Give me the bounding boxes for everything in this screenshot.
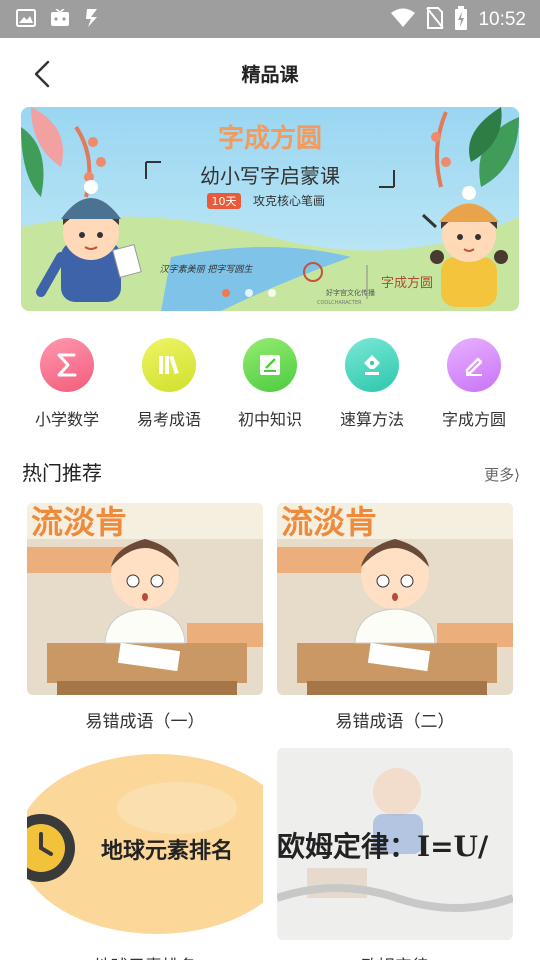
- books-icon: [142, 338, 196, 392]
- no-sim-icon: [426, 7, 445, 33]
- category-idioms[interactable]: 易考成语: [119, 338, 219, 430]
- category-mental-math[interactable]: 速算方法: [322, 338, 422, 430]
- sigma-icon: [40, 338, 94, 392]
- category-label: 易考成语: [136, 410, 201, 429]
- course-title: 易错成语（二）: [335, 712, 455, 732]
- section-title: 热门推荐: [22, 461, 102, 485]
- thumb-text: 地球元素排名: [101, 838, 233, 864]
- app-header: 精品课: [0, 38, 540, 106]
- notepad-icon: [243, 338, 297, 392]
- more-link[interactable]: 更多⟩: [484, 464, 520, 485]
- course-card[interactable]: 地球元素排名 地球元素排名: [27, 748, 263, 960]
- pen-nib-icon: [345, 338, 399, 392]
- category-grid: 小学数学 易考成语 初中知识 速算方法 字成方圆: [0, 338, 540, 438]
- course-title: 欧姆定律: [277, 952, 513, 960]
- clock-time: 10:52: [478, 9, 526, 30]
- banner-partner-en: COOLCHARACTER: [317, 300, 362, 306]
- course-card[interactable]: 欧姆定律：I=U/ 欧姆定律: [277, 748, 513, 960]
- tv-icon: [50, 8, 70, 31]
- thumb-text: 流淡肯: [281, 503, 377, 541]
- status-bar: 10:52: [0, 0, 540, 38]
- wifi-icon: [390, 8, 416, 32]
- course-card[interactable]: 流淡肯 易错成语（一）: [27, 503, 263, 732]
- course-title: 地球元素排名: [27, 952, 263, 960]
- app-notification-icon: [84, 8, 100, 32]
- thumb-text: 欧姆定律：I=U/: [277, 830, 489, 863]
- category-label: 字成方圆: [441, 410, 506, 429]
- course-thumbnail: 地球元素排名: [27, 748, 263, 940]
- page-title: 精品课: [241, 64, 299, 86]
- pencil-icon: [447, 338, 501, 392]
- banner-subtitle: 幼小写字启蒙课: [200, 164, 340, 188]
- promo-banner[interactable]: 字成方圆 幼小写字启蒙课 10天 攻克核心笔画 汉字素美丽 把字写圆生 好字宫文…: [21, 107, 519, 311]
- category-label: 小学数学: [34, 410, 99, 429]
- course-thumbnail: 流淡肯: [27, 503, 263, 695]
- banner-tagline: 攻克核心笔画: [253, 193, 325, 208]
- category-writing[interactable]: 字成方圆: [424, 338, 524, 430]
- category-label: 初中知识: [237, 410, 302, 429]
- banner-caption: 汉字素美丽 把字写圆生: [160, 264, 254, 275]
- course-title: 易错成语（一）: [85, 712, 205, 732]
- thumb-text: 流淡肯: [31, 503, 127, 541]
- gallery-icon: [16, 9, 36, 31]
- category-middle-school[interactable]: 初中知识: [220, 338, 320, 430]
- course-thumbnail: 欧姆定律：I=U/: [277, 748, 513, 940]
- banner-brand: 字成方圆: [381, 275, 433, 291]
- category-label: 速算方法: [339, 410, 404, 429]
- battery-charging-icon: [454, 6, 468, 34]
- banner-title: 字成方圆: [218, 123, 322, 154]
- banner-partner: 好字宫文化传播: [326, 288, 375, 297]
- course-card[interactable]: 流淡肯 易错成语（二）: [277, 503, 513, 732]
- category-math[interactable]: 小学数学: [17, 338, 117, 430]
- banner-badge: 10天: [212, 195, 237, 208]
- course-thumbnail: 流淡肯: [277, 503, 513, 695]
